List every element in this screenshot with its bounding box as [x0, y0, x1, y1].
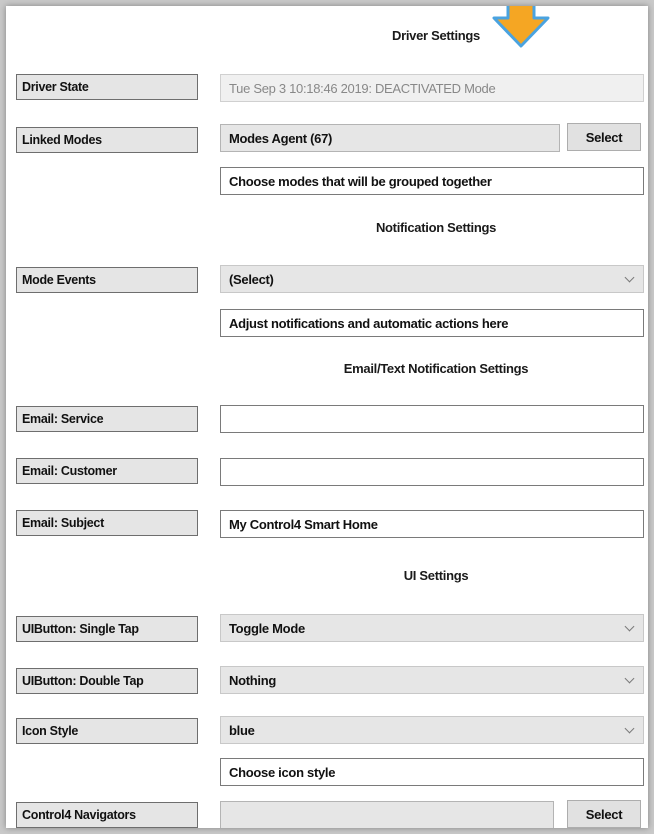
- driver-state-label: Driver State: [16, 74, 198, 100]
- mode-events-dropdown[interactable]: (Select): [220, 265, 644, 293]
- double-tap-label: UIButton: Double Tap: [16, 668, 198, 694]
- double-tap-selected: Nothing: [229, 673, 276, 688]
- email-subject-input[interactable]: My Control4 Smart Home: [220, 510, 644, 538]
- section-title-ui: UI Settings: [403, 568, 469, 583]
- single-tap-dropdown[interactable]: Toggle Mode: [220, 614, 644, 642]
- chevron-down-icon: [624, 621, 635, 632]
- icon-style-hint: Choose icon style: [220, 758, 644, 786]
- email-service-input[interactable]: [220, 405, 644, 433]
- chevron-down-icon: [624, 272, 635, 283]
- single-tap-selected: Toggle Mode: [229, 621, 305, 636]
- email-customer-input[interactable]: [220, 458, 644, 486]
- icon-style-selected: blue: [229, 723, 255, 738]
- icon-style-label: Icon Style: [16, 718, 198, 744]
- navigators-field[interactable]: [220, 801, 554, 828]
- icon-style-dropdown[interactable]: blue: [220, 716, 644, 744]
- email-service-label: Email: Service: [16, 406, 198, 432]
- navigators-label: Control4 Navigators: [16, 802, 198, 828]
- driver-state-value: Tue Sep 3 10:18:46 2019: DEACTIVATED Mod…: [220, 74, 644, 102]
- chevron-down-icon: [624, 723, 635, 734]
- double-tap-dropdown[interactable]: Nothing: [220, 666, 644, 694]
- linked-modes-label: Linked Modes: [16, 127, 198, 153]
- email-subject-label: Email: Subject: [16, 510, 198, 536]
- linked-modes-hint: Choose modes that will be grouped togeth…: [220, 167, 644, 195]
- settings-panel: Driver Settings Driver State Tue Sep 3 1…: [6, 6, 648, 828]
- section-title-email: Email/Text Notification Settings: [343, 361, 529, 376]
- mode-events-selected: (Select): [229, 272, 274, 287]
- email-customer-label: Email: Customer: [16, 458, 198, 484]
- mode-events-hint: Adjust notifications and automatic actio…: [220, 309, 644, 337]
- linked-modes-select-button[interactable]: Select: [567, 123, 641, 151]
- chevron-down-icon: [624, 673, 635, 684]
- linked-modes-field[interactable]: Modes Agent (67): [220, 124, 560, 152]
- mode-events-label: Mode Events: [16, 267, 198, 293]
- section-title-notification: Notification Settings: [375, 220, 497, 235]
- section-title-driver: Driver Settings: [392, 28, 480, 43]
- navigators-select-button[interactable]: Select: [567, 800, 641, 828]
- single-tap-label: UIButton: Single Tap: [16, 616, 198, 642]
